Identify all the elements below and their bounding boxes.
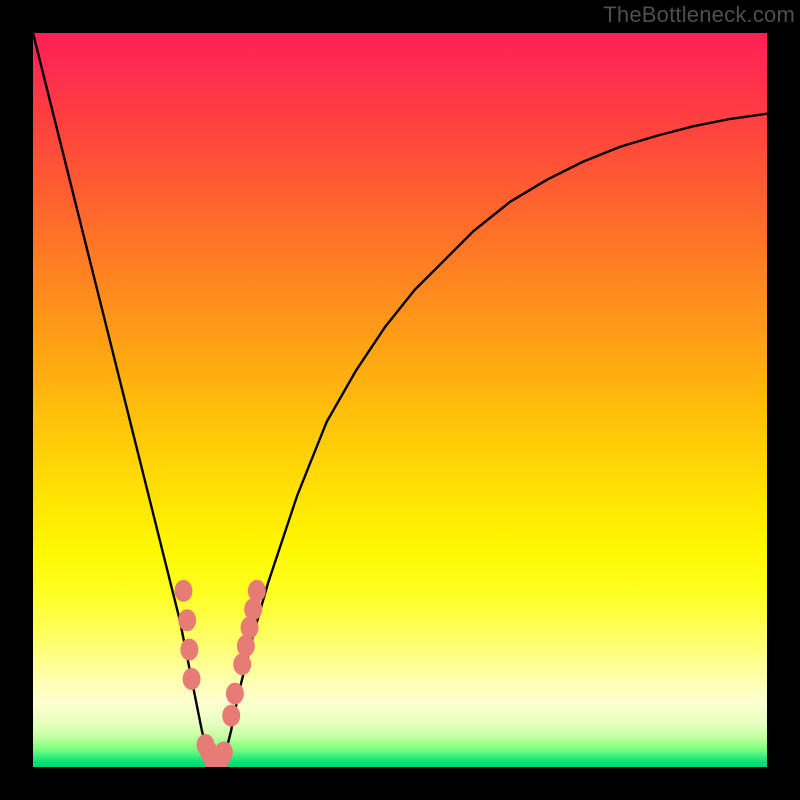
attribution-text: TheBottleneck.com <box>603 2 795 28</box>
chart-svg <box>33 33 767 767</box>
plot-area <box>33 33 767 767</box>
benchmark-points <box>174 580 265 767</box>
benchmark-marker <box>237 635 255 657</box>
benchmark-marker <box>174 580 192 602</box>
benchmark-marker <box>248 580 266 602</box>
outer-frame: TheBottleneck.com <box>0 0 800 800</box>
benchmark-marker <box>233 653 251 675</box>
benchmark-marker <box>180 639 198 661</box>
bottleneck-curve <box>33 33 767 767</box>
benchmark-marker <box>178 609 196 631</box>
benchmark-marker <box>215 741 233 763</box>
benchmark-marker <box>241 617 259 639</box>
benchmark-marker <box>226 683 244 705</box>
benchmark-marker <box>222 705 240 727</box>
benchmark-marker <box>183 668 201 690</box>
benchmark-marker <box>244 598 262 620</box>
